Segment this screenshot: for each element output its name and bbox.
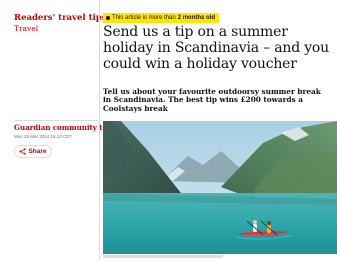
article-age-badge: This article is more than 2 months old	[103, 13, 220, 23]
share-icon	[19, 148, 27, 155]
publish-timestamp: Mon 25 Mar 2024 16.13 CET	[14, 134, 73, 139]
hero-image	[103, 121, 337, 254]
age-badge-bold: 2 months old	[177, 15, 216, 21]
section-title-link[interactable]: Readers' travel tips	[14, 14, 107, 23]
share-button[interactable]: Share	[14, 145, 52, 158]
share-label: Share	[28, 148, 47, 155]
image-caption-placeholder	[103, 255, 303, 258]
article-headline: Send us a tip on a summer holiday in Sca…	[103, 24, 329, 72]
section-sub-link[interactable]: Travel	[14, 24, 38, 33]
clock-icon	[106, 16, 110, 20]
article-standfirst: Tell us about your favourite outdoorsy s…	[103, 87, 321, 113]
age-badge-prefix: This article is more than	[112, 15, 176, 21]
column-divider	[99, 0, 100, 260]
article-sidebar: Readers' travel tips Travel Guardian com…	[0, 0, 119, 260]
sidebar-divider	[14, 120, 98, 121]
fjord-kayak-photo	[103, 121, 337, 254]
